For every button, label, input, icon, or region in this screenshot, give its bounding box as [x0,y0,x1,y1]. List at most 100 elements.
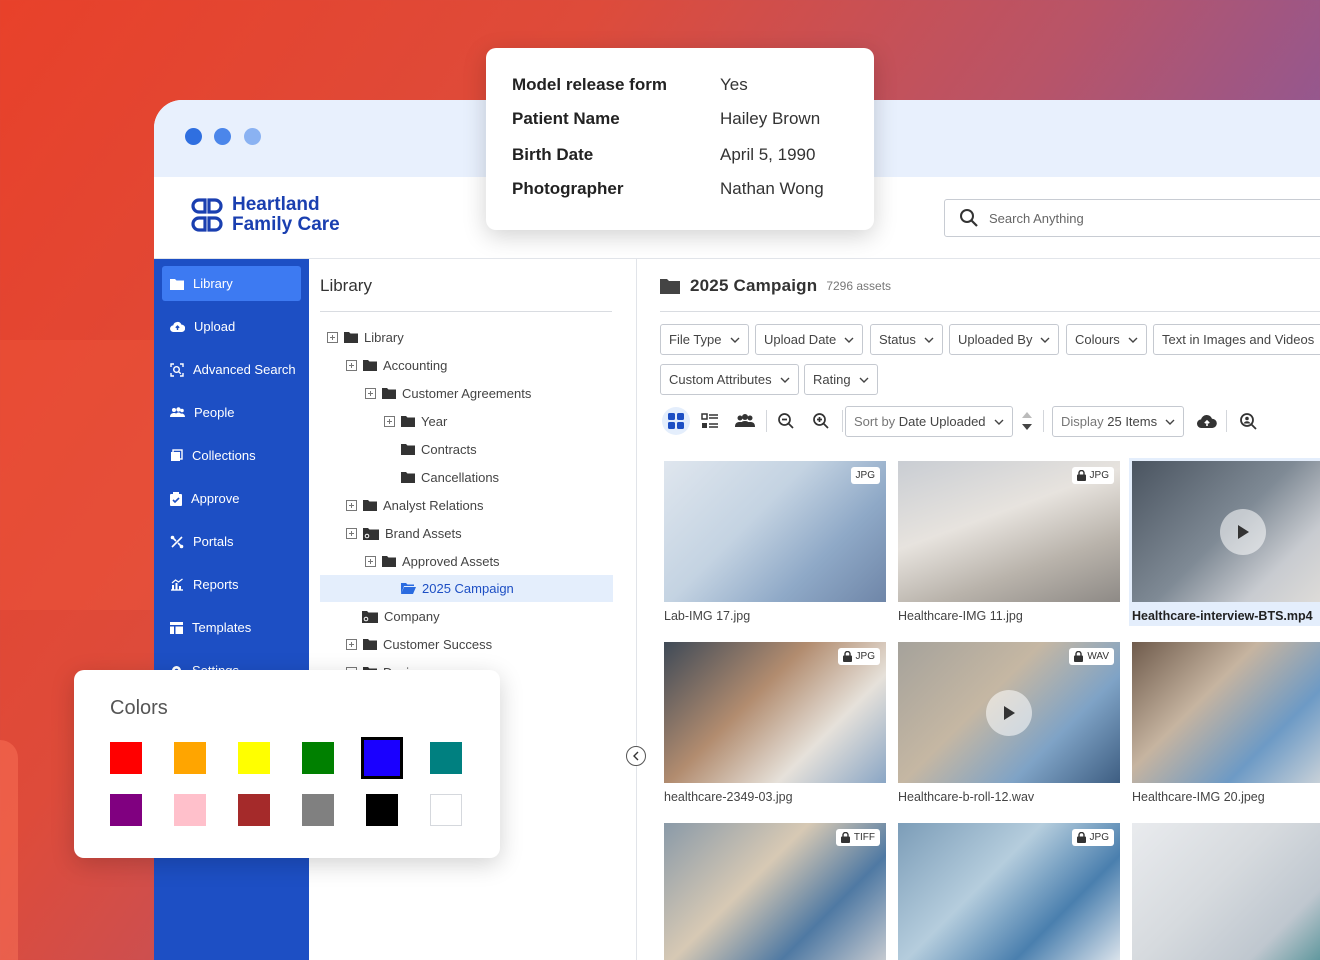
tree-node-library[interactable]: Library [327,324,404,351]
expand-icon[interactable] [365,556,376,567]
file-type-label: TIFF [853,832,875,843]
asset-filename[interactable]: Healthcare-IMG 11.jpg [898,609,1120,623]
expand-icon[interactable] [346,528,357,539]
asset-thumbnail[interactable]: JPG [664,642,886,783]
expand-icon[interactable] [384,416,395,427]
expand-icon[interactable] [346,500,357,511]
sidebar-item-people[interactable]: People [162,395,301,430]
asset-filename[interactable]: Healthcare-IMG 20.jpeg [1132,790,1320,804]
filter-upload-date[interactable]: Upload Date [755,324,864,355]
tree-node-year[interactable]: Year [384,408,447,435]
color-swatch[interactable] [238,794,270,826]
window-dot-3[interactable] [244,128,261,145]
chevron-down-icon [844,337,854,343]
tree-node-brand-assets[interactable]: Brand Assets [346,520,462,547]
sidebar-item-advanced-search[interactable]: Advanced Search [162,352,301,387]
people-view-button[interactable] [731,407,759,435]
color-swatch[interactable] [174,794,206,826]
asset-card[interactable]: JPG Healthcare-IMG 11.jpg [898,461,1120,623]
color-swatch[interactable] [302,742,334,774]
filter-custom-attributes[interactable]: Custom Attributes [660,364,799,395]
color-swatch[interactable] [361,737,403,779]
sidebar-item-collections[interactable]: Collections [162,438,301,473]
tree-node-approved-assets[interactable]: Approved Assets [365,548,500,575]
filter-colours[interactable]: Colours [1066,324,1147,355]
filter-rating[interactable]: Rating [804,364,878,395]
color-swatch[interactable] [110,742,142,774]
window-dot-1[interactable] [185,128,202,145]
tree-node-customer-agreements[interactable]: Customer Agreements [365,380,531,407]
play-button[interactable] [1220,508,1266,555]
search-input[interactable]: Search Anything [944,199,1320,237]
upload-button[interactable] [1193,407,1221,435]
folder-title: 2025 Campaign [690,276,818,295]
expand-icon[interactable] [346,639,357,650]
face-search-button[interactable] [1234,407,1262,435]
tree-node-2025-campaign[interactable]: 2025 Campaign [320,575,613,602]
chevron-down-icon [924,337,934,343]
sort-direction-button[interactable] [1013,407,1041,435]
color-swatch[interactable] [430,794,462,826]
filter-file-type[interactable]: File Type [660,324,749,355]
color-swatch[interactable] [302,794,334,826]
asset-card[interactable]: JPG [898,823,1120,960]
asset-card[interactable]: Healthcare-interview-BTS.mp4 [1129,458,1320,626]
metadata-popup: Model release form Yes Patient Name Hail… [486,48,874,230]
grid-view-button[interactable] [662,407,690,435]
tree-node-analyst-relations[interactable]: Analyst Relations [346,492,483,519]
filter-status[interactable]: Status [870,324,943,355]
color-swatch[interactable] [366,794,398,826]
color-swatch[interactable] [110,794,142,826]
tree-node-company[interactable]: Company [362,603,440,630]
asset-filename[interactable]: Healthcare-b-roll-12.wav [898,790,1120,804]
asset-thumbnail[interactable]: JPG [898,461,1120,602]
display-count-dropdown[interactable]: Display 25 Items [1052,406,1185,437]
brand-logo[interactable]: Heartland Family Care [188,195,340,235]
asset-thumbnail[interactable]: JPG [898,823,1120,960]
window-dot-2[interactable] [214,128,231,145]
expand-icon[interactable] [346,360,357,371]
asset-card[interactable]: Healthcare-IMG 20.jpeg [1132,642,1320,804]
asset-thumbnail[interactable]: WAV [898,642,1120,783]
asset-card[interactable]: JPG healthcare-2349-03.jpg [664,642,886,804]
collapse-panel-button[interactable] [626,746,646,766]
sidebar-item-portals[interactable]: Portals [162,524,301,559]
expand-icon[interactable] [327,332,338,343]
asset-filename[interactable]: healthcare-2349-03.jpg [664,790,886,804]
zoom-out-button[interactable] [772,407,800,435]
zoom-in-button[interactable] [807,407,835,435]
color-swatch[interactable] [238,742,270,774]
asset-thumbnail[interactable] [1132,642,1320,783]
asset-filename[interactable]: Healthcare-interview-BTS.mp4 [1132,609,1320,623]
asset-card[interactable]: WAV Healthcare-b-roll-12.wav [898,642,1120,804]
color-swatch[interactable] [174,742,206,774]
tree-node-accounting[interactable]: Accounting [346,352,447,379]
tree-node-customer-success[interactable]: Customer Success [346,631,492,658]
filter-uploaded-by[interactable]: Uploaded By [949,324,1060,355]
list-view-button[interactable] [696,407,724,435]
filter-text-in-images[interactable]: Text in Images and Videos [1153,324,1320,355]
asset-card[interactable]: TIFF [664,823,886,960]
asset-thumbnail[interactable] [1132,461,1320,602]
sidebar-item-reports[interactable]: Reports [162,567,301,602]
tree-node-contracts[interactable]: Contracts [401,436,477,463]
sort-dropdown[interactable]: Sort by Date Uploaded [845,406,1013,437]
tree-node-label: 2025 Campaign [422,581,514,596]
sidebar-item-templates[interactable]: Templates [162,610,301,645]
sidebar-item-library[interactable]: Library [162,266,301,301]
play-icon [1004,705,1015,720]
color-swatch[interactable] [430,742,462,774]
tree-node-cancellations[interactable]: Cancellations [401,464,499,491]
play-button[interactable] [986,689,1032,736]
sidebar-item-approve[interactable]: Approve [162,481,301,516]
asset-filename[interactable]: Lab-IMG 17.jpg [664,609,886,623]
asset-thumbnail[interactable]: TIFF [664,823,886,960]
expand-icon[interactable] [365,388,376,399]
metadata-value: Yes [720,75,748,94]
asset-card[interactable] [1132,823,1320,960]
asset-card[interactable]: JPG Lab-IMG 17.jpg [664,461,886,623]
grid-view-icon [668,413,684,429]
asset-thumbnail[interactable] [1132,823,1320,960]
asset-thumbnail[interactable]: JPG [664,461,886,602]
sidebar-item-upload[interactable]: Upload [162,309,301,344]
